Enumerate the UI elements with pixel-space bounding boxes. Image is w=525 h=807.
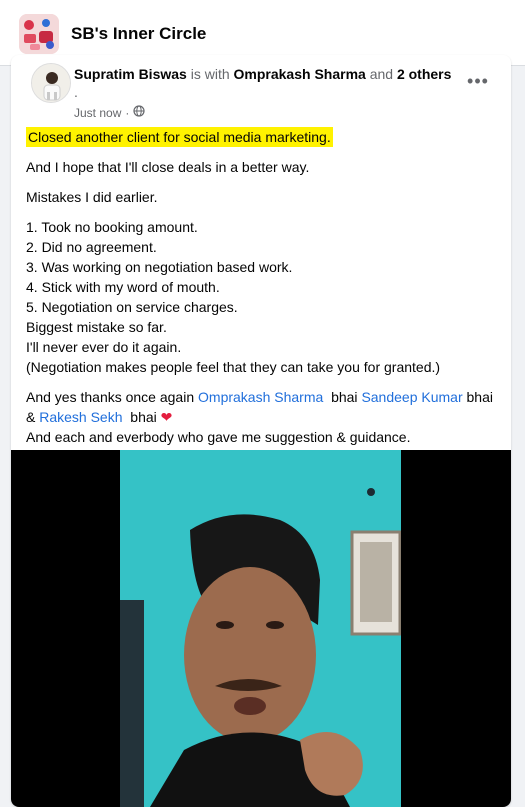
more-options-button[interactable]: ••• (463, 69, 493, 93)
meta-separator: · (125, 105, 130, 120)
author-avatar[interactable] (31, 63, 71, 103)
with-text: is with (190, 66, 230, 82)
video-still-image (120, 450, 401, 807)
mention-rakesh[interactable]: Rakesh Sekh (39, 409, 122, 425)
post-line-mistakes: Mistakes I did earlier. (26, 189, 158, 205)
mention-omprakash[interactable]: Omprakash Sharma (198, 389, 323, 405)
list-item: 5. Negotiation on service charges. (26, 299, 238, 315)
author-avatar-image (32, 64, 70, 102)
post-line-biggest: Biggest mistake so far. (26, 319, 167, 335)
group-name[interactable]: SB's Inner Circle (71, 24, 206, 44)
post-thanks-line: And yes thanks once again Omprakash Shar… (26, 387, 501, 427)
and-text: and (369, 66, 394, 82)
trail-dot: . (74, 84, 78, 100)
mention-sandeep[interactable]: Sandeep Kumar (361, 389, 462, 405)
group-avatar-image (19, 14, 59, 54)
post-meta: Just now · (74, 105, 145, 120)
post-body: Closed another client for social media m… (26, 127, 501, 447)
bhai-text: bhai (331, 389, 358, 405)
post-line-hope: And I hope that I'll close deals in a be… (26, 159, 310, 175)
post-time[interactable]: Just now (74, 106, 121, 120)
globe-icon (133, 105, 145, 120)
list-item: 4. Stick with my word of mouth. (26, 279, 220, 295)
bhai-text: bhai (130, 409, 157, 425)
tagged-user[interactable]: Omprakash Sharma (234, 66, 366, 82)
post-author-line: Supratim Biswas is with Omprakash Sharma… (74, 65, 464, 101)
post-video[interactable] (11, 450, 511, 807)
post-line-closing: And each and everbody who gave me sugges… (26, 429, 411, 445)
list-item: 2. Did no agreement. (26, 239, 157, 255)
post-line-never: I'll never ever do it again. (26, 339, 182, 355)
heart-icon: ❤ (160, 409, 173, 425)
video-frame[interactable] (120, 450, 401, 807)
highlighted-text: Closed another client for social media m… (26, 127, 333, 147)
post-line-paren: (Negotiation makes people feel that they… (26, 359, 441, 375)
group-avatar[interactable] (19, 14, 59, 54)
list-item: 3. Was working on negotiation based work… (26, 259, 293, 275)
author-name[interactable]: Supratim Biswas (74, 66, 187, 82)
list-item: 1. Took no booking amount. (26, 219, 198, 235)
post-card: Supratim Biswas is with Omprakash Sharma… (11, 55, 511, 807)
others-link[interactable]: 2 others (397, 66, 451, 82)
thanks-prefix: And yes thanks once again (26, 389, 195, 405)
